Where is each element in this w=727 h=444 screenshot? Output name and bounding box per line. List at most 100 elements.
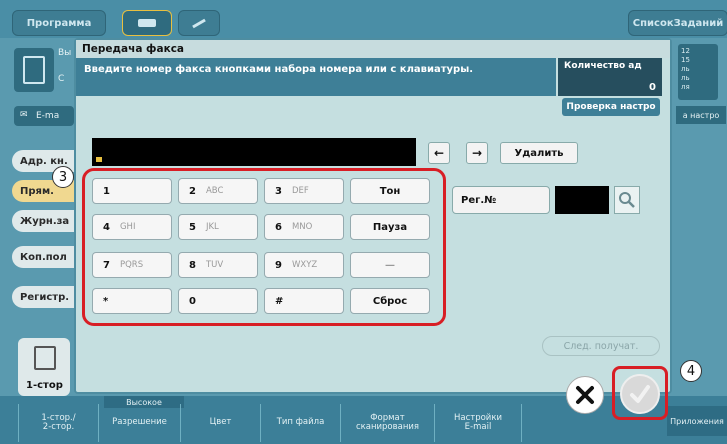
email-tab-label: E-ma [36, 111, 60, 121]
bg-label-1: Вы [58, 48, 72, 58]
key-star[interactable]: * [92, 288, 172, 314]
check-settings-label: Проверка настро [566, 102, 656, 112]
key-8[interactable]: 8 TUV [178, 252, 258, 278]
next-recipient-button[interactable]: След. получат. [542, 336, 660, 356]
key-6-letters: MNO [291, 222, 313, 232]
key-2-letters: ABC [205, 186, 224, 196]
step-4-callout: 4 [680, 360, 702, 382]
recipient-count-value: 0 [649, 82, 656, 93]
registration-number-label: Рег.№ [461, 194, 497, 206]
arrow-left-icon: ← [433, 146, 445, 160]
checkmark-icon [630, 385, 650, 403]
applications-label: Приложения [670, 416, 724, 426]
tab-job-list-label: СписокЗаданий [632, 17, 724, 29]
key-4[interactable]: 4 GHI [92, 214, 172, 240]
cursor-right-button[interactable]: → [466, 142, 488, 164]
tab-resolution[interactable]: Разрешение [98, 404, 180, 442]
key-8-letters: TUV [205, 260, 224, 270]
key-hash-label: # [275, 295, 284, 307]
tab-fax-icon[interactable] [122, 10, 172, 36]
recipient-count-label: Количество ад [564, 61, 642, 71]
right-settings-button[interactable]: а настро [676, 106, 726, 124]
tab-program-label: Программа [26, 17, 92, 29]
register-label: Регистр. [20, 291, 70, 303]
key-1[interactable]: 1 [92, 178, 172, 204]
search-button[interactable] [614, 186, 640, 214]
close-icon [576, 386, 594, 404]
right-settings-label: а настро [682, 110, 720, 120]
ok-button[interactable] [620, 374, 660, 414]
fax-number-input[interactable] [92, 138, 416, 166]
tab-email-settings-label: Настройки E-mail [453, 412, 502, 432]
top-bar [0, 0, 727, 38]
address-book-label: Адр. кн. [20, 155, 68, 167]
registration-number-button[interactable]: Рег.№ [452, 186, 550, 214]
recipient-count-box: Количество ад 0 [558, 58, 662, 96]
dialog-instruction: Введите номер факса кнопками набора номе… [76, 58, 556, 96]
key-3-label: 3 [275, 185, 282, 197]
key-5-letters: JKL [205, 222, 219, 232]
tab-scan-icon[interactable] [178, 10, 220, 36]
key-6-label: 6 [275, 221, 282, 233]
key-0[interactable]: 0 [178, 288, 258, 314]
registration-number-field[interactable] [555, 186, 609, 214]
arrow-right-icon: → [471, 146, 483, 160]
dash-button[interactable]: — [350, 252, 430, 278]
right-status-3: ль [681, 65, 690, 73]
direct-input-label: Прям. [20, 185, 54, 197]
tab-program[interactable]: Программа [12, 10, 106, 36]
key-9[interactable]: 9 WXYZ [264, 252, 344, 278]
check-settings-button[interactable]: Проверка настро [562, 98, 660, 116]
key-hash[interactable]: # [264, 288, 344, 314]
key-7[interactable]: 7 PQRS [92, 252, 172, 278]
key-0-label: 0 [189, 295, 196, 307]
key-9-label: 9 [275, 259, 282, 271]
cursor-left-button[interactable]: ← [428, 142, 450, 164]
tab-duplex[interactable]: 1-стор./ 2-стор. [18, 404, 98, 442]
tab-scan-format[interactable]: Формат сканирования [340, 404, 434, 442]
pause-button[interactable]: Пауза [350, 214, 430, 240]
right-status-5: ля [681, 83, 690, 91]
tone-label: Тон [379, 185, 401, 197]
key-5[interactable]: 5 JKL [178, 214, 258, 240]
tab-scan-format-label: Формат сканирования [355, 412, 420, 432]
input-caret [96, 157, 102, 162]
tab-job-list[interactable]: СписокЗаданий [628, 10, 727, 36]
applications-tab[interactable]: Приложения [667, 406, 727, 436]
dialog-title: Передача факса [76, 40, 670, 58]
tab-color-label: Цвет [209, 417, 232, 428]
bg-label-2: С [58, 74, 65, 84]
key-4-letters: GHI [119, 222, 136, 232]
key-5-label: 5 [189, 221, 196, 233]
reset-label: Сброс [372, 295, 408, 307]
fax-icon [138, 19, 156, 27]
close-button[interactable] [566, 376, 604, 414]
pages-icon [34, 346, 56, 370]
next-recipient-label: След. получат. [563, 340, 639, 352]
document-icon [14, 48, 54, 92]
key-6[interactable]: 6 MNO [264, 214, 344, 240]
dash-label: — [385, 259, 395, 271]
key-3[interactable]: 3 DEF [264, 178, 344, 204]
right-status-4: ль [681, 74, 690, 82]
reset-button[interactable]: Сброс [350, 288, 430, 314]
thumbnail-label: 1-стор [26, 380, 63, 391]
scan-icon [192, 18, 206, 28]
tab-file-type[interactable]: Тип файла [260, 404, 340, 442]
step-3-label: 3 [58, 169, 68, 185]
mail-icon: ✉ [20, 110, 28, 120]
tab-resolution-label: Разрешение [112, 417, 167, 428]
tone-button[interactable]: Тон [350, 178, 430, 204]
key-9-letters: WXYZ [291, 260, 318, 270]
key-7-letters: PQRS [119, 260, 144, 270]
email-tab[interactable]: ✉ E-ma [14, 106, 74, 126]
key-4-label: 4 [103, 221, 110, 233]
tab-color[interactable]: Цвет [180, 404, 260, 442]
delete-button[interactable]: Удалить [500, 142, 578, 164]
right-status-panel: 12 15 ль ль ля [678, 44, 718, 100]
tab-email-settings[interactable]: Настройки E-mail [434, 404, 522, 442]
step-3-callout: 3 [52, 166, 74, 188]
key-2-label: 2 [189, 185, 196, 197]
key-2[interactable]: 2 ABC [178, 178, 258, 204]
tab-duplex-label: 1-стор./ 2-стор. [41, 412, 76, 432]
